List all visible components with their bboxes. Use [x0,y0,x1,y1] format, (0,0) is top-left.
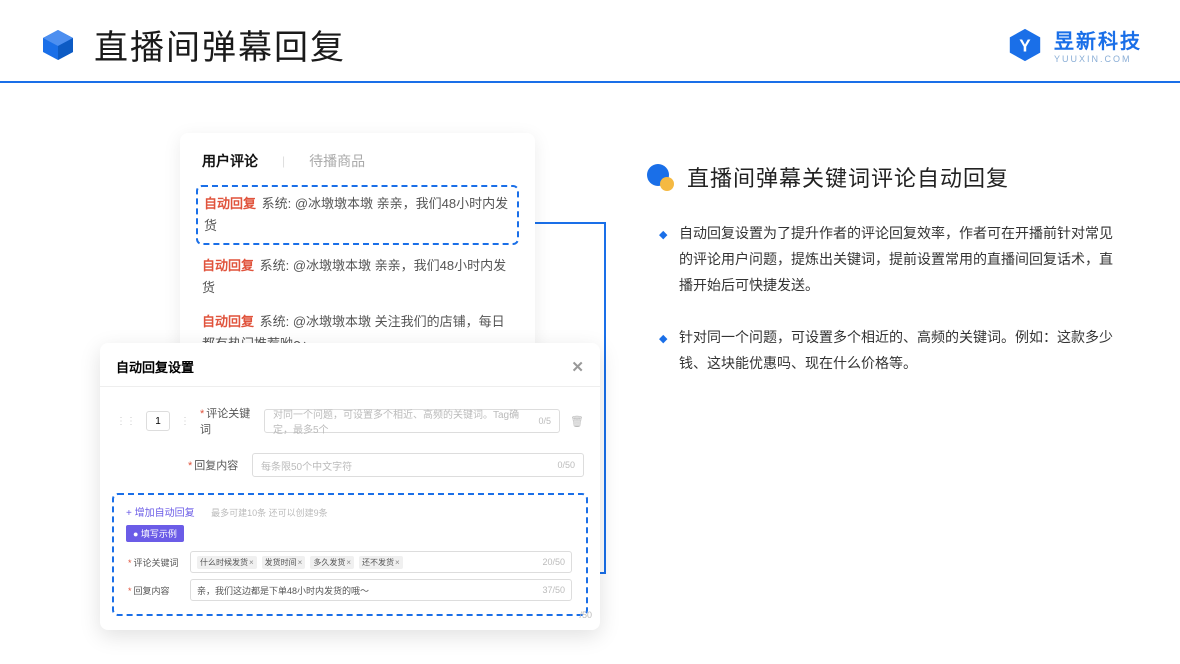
tag-item: 发货时间× [262,556,306,569]
ex-keyword-input[interactable]: 什么时候发货× 发货时间× 多久发货× 还不发货× 20/50 [190,551,572,573]
auto-reply-badge: 自动回复 [204,196,256,211]
bullet-text: 针对同一个问题，可设置多个相近的、高频的关键词。例如：这款多少钱、这块能优惠吗、… [679,325,1120,377]
page-title: 直播间弹幕回复 [94,20,346,69]
close-icon[interactable]: ✕ [571,358,584,376]
brand-icon: Y [1006,26,1044,64]
content-label: *回复内容 [188,457,242,473]
content-counter: 0/50 [557,460,575,470]
tag-remove-icon[interactable]: × [298,558,303,567]
brand-name: 昱新科技 [1054,25,1142,54]
tag-remove-icon[interactable]: × [346,558,351,567]
brand-logo: Y 昱新科技 YUUXIN.COM [1006,25,1142,64]
content-input[interactable]: 每条限50个中文字符 0/50 [252,453,584,477]
bottom-counter: /50 [579,610,592,620]
ex-keyword-counter: 20/50 [542,557,565,567]
tag-remove-icon[interactable]: × [249,558,254,567]
tag-item: 多久发货× [310,556,354,569]
keyword-label: *评论关键词 [200,405,254,437]
comment-row: 自动回复 系统: @冰墩墩本墩 亲亲，我们48小时内发货 [202,249,513,305]
settings-dialog: 自动回复设置 ✕ ⋮⋮ 1 ⋮ *评论关键词 对同一个问题，可设置多个相近、高频… [100,343,600,630]
ex-keyword-label: *评论关键词 [128,556,180,569]
auto-reply-badge: 自动回复 [202,314,254,329]
keyword-input[interactable]: 对同一个问题，可设置多个相近、高频的关键词。Tag确定，最多5个 0/5 [264,409,560,433]
tag-item: 还不发货× [359,556,403,569]
tag-item: 什么时候发货× [197,556,257,569]
dialog-title: 自动回复设置 [116,357,194,376]
section-title: 直播间弹幕关键词评论自动回复 [687,161,1009,193]
tab-comments[interactable]: 用户评论 [202,151,258,171]
bullet-text: 自动回复设置为了提升作者的评论回复效率，作者可在开播前针对常见的评论用户问题，提… [679,221,1120,299]
auto-reply-badge: 自动回复 [202,258,254,273]
add-reply-link[interactable]: + 增加自动回复 [118,504,203,523]
comment-row-highlighted: 自动回复 系统: @冰墩墩本墩 亲亲，我们48小时内发货 [196,185,519,245]
drag-icon: ⋮ [180,416,190,427]
example-box: + 增加自动回复 最多可建10条 还可以创建9条 ● 填写示例 *评论关键词 什… [112,493,588,616]
keyword-counter: 0/5 [539,416,552,426]
add-hint: 最多可建10条 还可以创建9条 [211,508,328,518]
delete-icon[interactable]: 🗑 [570,415,584,428]
example-badge: ● 填写示例 [126,525,184,542]
cube-icon [38,25,78,65]
tab-products[interactable]: 待播商品 [309,151,365,171]
brand-domain: YUUXIN.COM [1054,54,1142,64]
ex-content-label: *回复内容 [128,584,180,597]
svg-text:Y: Y [1019,36,1031,55]
sequence-input[interactable]: 1 [146,411,170,431]
drag-handle-icon[interactable]: ⋮⋮ [116,416,136,427]
chat-bubble-icon [645,162,675,192]
tag-remove-icon[interactable]: × [395,558,400,567]
ex-content-input[interactable]: 亲，我们这边都是下单48小时内发货的哦～ 37/50 [190,579,572,601]
ex-content-counter: 37/50 [542,585,565,595]
